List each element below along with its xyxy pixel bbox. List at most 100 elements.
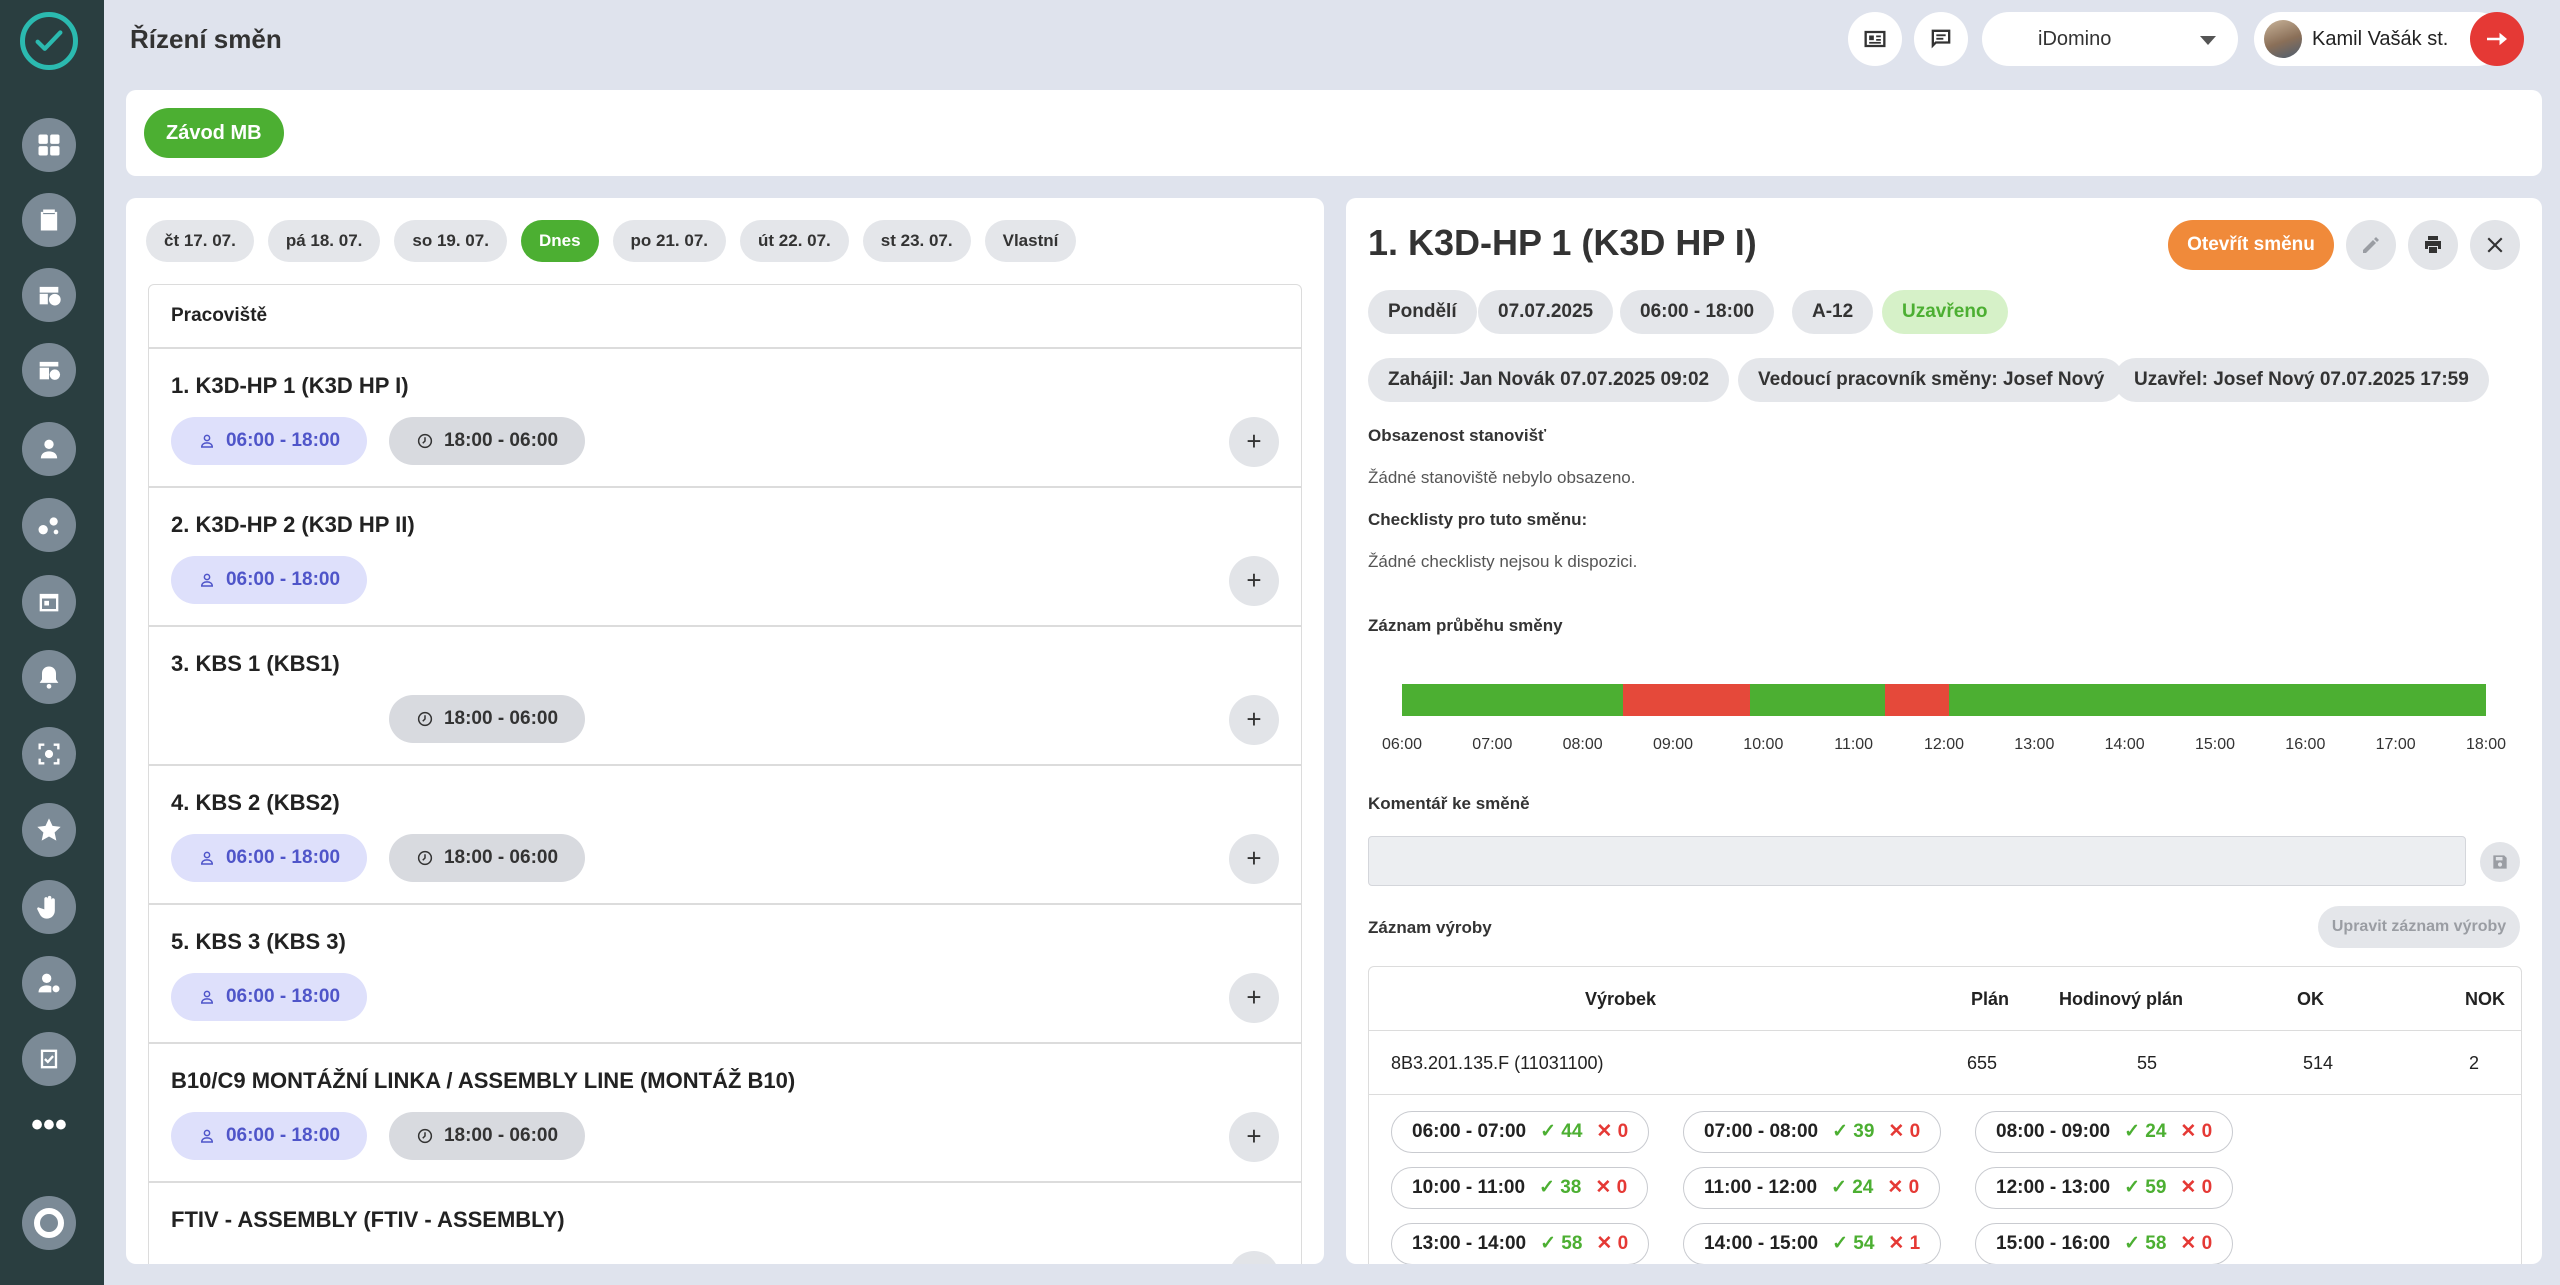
date-tab[interactable]: pá 18. 07. xyxy=(267,220,381,262)
app-logo[interactable] xyxy=(20,12,78,70)
day-shift-pill[interactable]: 06:00 - 18:00 xyxy=(171,973,367,1021)
add-shift-button[interactable]: + xyxy=(1229,695,1279,745)
add-shift-button[interactable]: + xyxy=(1229,834,1279,884)
date-tab-today[interactable]: Dnes xyxy=(520,220,599,262)
add-shift-button[interactable]: + xyxy=(1229,1251,1279,1264)
hourly-record-chip: 07:00 - 08:00 ✓ 39 ✕ 0 xyxy=(1683,1111,1942,1153)
timeline-segment-ok xyxy=(1402,684,1624,716)
workstation-row[interactable]: 1. K3D-HP 1 (K3D HP I) 06:00 - 18:00 18:00… xyxy=(149,349,1301,488)
molecule-icon[interactable] xyxy=(22,498,76,552)
workstation-row[interactable]: B10/C9 MONTÁŽNÍ LINKA / ASSEMBLY LINE (M… xyxy=(149,1044,1301,1183)
nok-value: 0 xyxy=(2201,1177,2213,1198)
nok-value: 0 xyxy=(1909,1121,1921,1142)
ok-count: ✓ 24 xyxy=(2124,1121,2167,1142)
bell-icon[interactable] xyxy=(22,650,76,704)
workstation-row[interactable]: 5. KBS 3 (KBS 3) 06:00 - 18:00 + xyxy=(149,905,1301,1044)
settings-ring-icon[interactable] xyxy=(22,1196,76,1250)
calendar-clock-icon[interactable] xyxy=(22,268,76,322)
timeline-tick-label: 13:00 xyxy=(2014,736,2055,753)
timeline-segment-ok xyxy=(1948,684,2486,716)
chat-button[interactable] xyxy=(1914,12,1968,66)
date-tab-custom[interactable]: Vlastní xyxy=(984,220,1077,262)
hand-icon[interactable] xyxy=(22,880,76,934)
user-menu[interactable]: Kamil Vašák st. xyxy=(2254,12,2504,66)
edit-button[interactable] xyxy=(2346,220,2396,270)
workstation-table-header: Pracoviště xyxy=(149,285,1301,349)
avatar xyxy=(2264,20,2302,58)
nok-count: ✕ 0 xyxy=(1595,1177,1628,1198)
operator-icon[interactable] xyxy=(22,422,76,476)
day-shift-pill[interactable]: 06:00 - 18:00 xyxy=(171,834,367,882)
ok-value: 59 xyxy=(2145,1177,2167,1198)
hourly-record-chip: 08:00 - 09:00 ✓ 24 ✕ 0 xyxy=(1975,1111,2234,1153)
clipboard-icon[interactable] xyxy=(22,193,76,247)
close-button[interactable] xyxy=(2470,220,2520,270)
add-shift-button[interactable]: + xyxy=(1229,556,1279,606)
night-shift-pill[interactable]: 18:00 - 06:00 xyxy=(389,834,585,882)
ok-count: ✓ 58 xyxy=(1540,1233,1583,1254)
started-by-tag: Zahájil: Jan Novák 07.07.2025 09:02 xyxy=(1368,358,1730,402)
add-shift-button[interactable]: + xyxy=(1229,973,1279,1023)
timeline-label: Záznam průběhu směny xyxy=(1368,616,1563,635)
close-icon xyxy=(2487,237,2503,253)
timeline-tick-label: 16:00 xyxy=(2285,736,2326,753)
plan-cell: 655 xyxy=(1967,1053,1998,1073)
page-title: Řízení směn xyxy=(130,24,282,54)
night-shift-pill[interactable]: 18:00 - 06:00 xyxy=(389,695,585,743)
save-comment-button[interactable] xyxy=(2480,842,2520,882)
ok-count: ✓ 44 xyxy=(1540,1121,1583,1142)
edit-production-button[interactable]: Upravit záznam výroby xyxy=(2318,906,2520,948)
ok-value: 54 xyxy=(1853,1233,1875,1254)
workstation-row[interactable]: 2. K3D-HP 2 (K3D HP II) 06:00 - 18:00 + xyxy=(149,488,1301,627)
table-row: 8B3.201.135.F (11031100) 655 55 514 2 xyxy=(1369,1031,2521,1095)
organization-select[interactable]: iDomino xyxy=(1982,12,2238,66)
date-tab[interactable]: so 19. 07. xyxy=(394,220,507,262)
workstation-row[interactable]: 4. KBS 2 (KBS2) 06:00 - 18:00 18:00 - 06:0… xyxy=(149,766,1301,905)
schedule-icon[interactable] xyxy=(22,343,76,397)
calendar-icon[interactable] xyxy=(22,575,76,629)
night-shift-pill[interactable]: 18:00 - 06:00 xyxy=(389,417,585,465)
news-button[interactable] xyxy=(1848,12,1902,66)
date-tab[interactable]: po 21. 07. xyxy=(612,220,727,262)
workstation-table: Pracoviště 1. K3D-HP 1 (K3D HP I) 06:00 -… xyxy=(148,284,1302,1264)
logout-button[interactable] xyxy=(2470,12,2524,66)
workstation-name: FTIV - ASSEMBLY (FTIV - ASSEMBLY) xyxy=(171,1207,565,1232)
closed-by-tag: Uzavřel: Josef Nový 07.07.2025 17:59 xyxy=(2114,358,2489,402)
date-tab[interactable]: st 23. 07. xyxy=(862,220,971,262)
more-icon[interactable]: ••• xyxy=(22,1108,76,1162)
night-shift-pill[interactable]: 18:00 - 06:00 xyxy=(389,1112,585,1160)
checklist-icon[interactable] xyxy=(22,1032,76,1086)
day-shift-pill[interactable]: 06:00 - 18:00 xyxy=(171,556,367,604)
day-shift-time: 06:00 - 18:00 xyxy=(225,1125,341,1146)
date-tab[interactable]: út 22. 07. xyxy=(740,220,849,262)
hourly-record-chip: 06:00 - 07:00 ✓ 44 ✕ 0 xyxy=(1391,1111,1650,1153)
workstation-row[interactable]: FTIV - ASSEMBLY (FTIV - ASSEMBLY) + xyxy=(149,1183,1301,1264)
checklists-label: Checklisty pro tuto směnu: xyxy=(1368,510,1588,529)
hour-range: 06:00 - 07:00 xyxy=(1412,1121,1527,1142)
open-shift-button[interactable]: Otevřít směnu xyxy=(2168,220,2334,270)
add-shift-button[interactable]: + xyxy=(1229,417,1279,467)
hourly-record-chip: 11:00 - 12:00 ✓ 24 ✕ 0 xyxy=(1683,1167,1941,1209)
logout-icon xyxy=(2487,32,2507,46)
day-shift-pill[interactable]: 06:00 - 18:00 xyxy=(171,417,367,465)
user-settings-icon[interactable] xyxy=(22,956,76,1010)
dashboard-icon[interactable] xyxy=(22,118,76,172)
print-button[interactable] xyxy=(2408,220,2458,270)
person-icon xyxy=(200,990,213,1004)
day-shift-pill[interactable]: 06:00 - 18:00 xyxy=(171,1112,367,1160)
star-icon[interactable] xyxy=(22,803,76,857)
timeline-tick-label: 09:00 xyxy=(1652,736,1694,753)
clock-icon xyxy=(417,711,433,727)
workstation-row[interactable]: 3. KBS 1 (KBS1) 18:00 - 06:00 + xyxy=(149,627,1301,766)
inspect-icon[interactable] xyxy=(22,727,76,781)
date-tab[interactable]: čt 17. 07. xyxy=(146,220,254,262)
hourly-record-chip: 13:00 - 14:00 ✓ 58 ✕ 0 xyxy=(1391,1223,1650,1264)
ok-value: 44 xyxy=(1561,1121,1583,1142)
workstation-rows: 1. K3D-HP 1 (K3D HP I) 06:00 - 18:00 18:00… xyxy=(149,349,1301,1264)
shift-comment-input[interactable] xyxy=(1368,836,2466,886)
plant-button[interactable]: Závod MB xyxy=(144,108,284,158)
ok-value: 38 xyxy=(1560,1177,1582,1198)
nok-value: 0 xyxy=(1617,1233,1629,1254)
add-shift-button[interactable]: + xyxy=(1229,1112,1279,1162)
plant-bar: Závod MB xyxy=(126,90,2542,176)
